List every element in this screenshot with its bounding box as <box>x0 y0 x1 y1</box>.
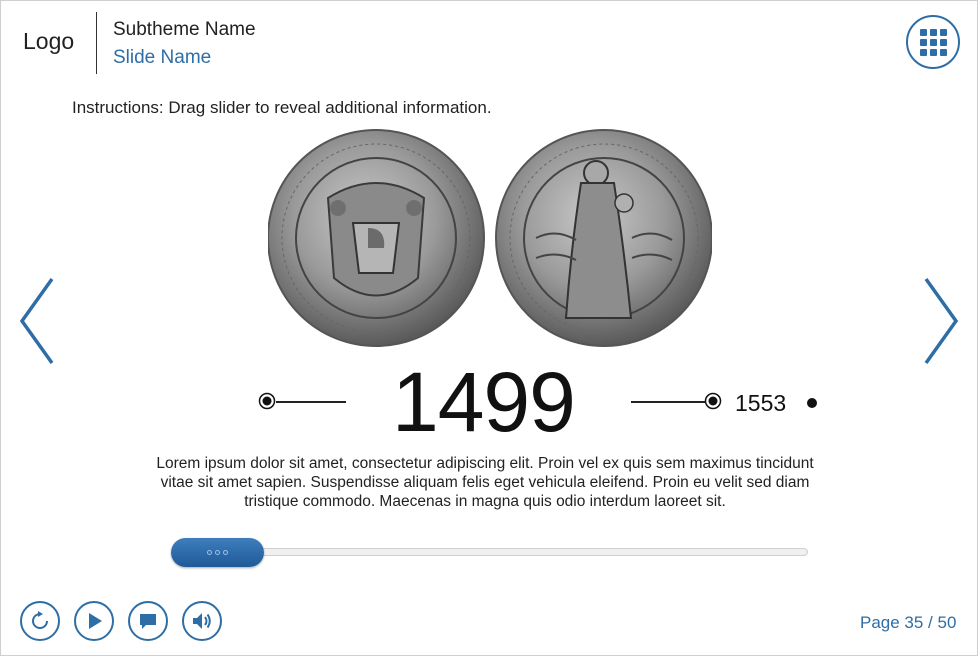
grip-dot <box>223 550 228 555</box>
grip-dot <box>215 550 220 555</box>
description-text: Lorem ipsum dolor sit amet, consectetur … <box>156 455 814 510</box>
next-slide-button[interactable] <box>922 276 962 366</box>
timeline-end-dot <box>807 398 817 408</box>
coin-obverse <box>268 129 485 347</box>
timeline-line-left <box>276 401 346 403</box>
speaker-icon <box>193 613 211 629</box>
replay-button[interactable] <box>20 601 60 641</box>
replay-icon <box>32 611 48 629</box>
grip-dot <box>207 550 212 555</box>
timeline-marker-left <box>258 392 276 410</box>
play-button[interactable] <box>74 601 114 641</box>
audio-button[interactable] <box>182 601 222 641</box>
header-divider <box>96 12 97 74</box>
timeline-slider-handle[interactable] <box>171 538 264 567</box>
timeline-line-right <box>631 401 705 403</box>
chevron-right-icon <box>924 277 959 365</box>
current-year: 1499 <box>392 355 576 449</box>
play-icon <box>89 613 102 629</box>
captions-button[interactable] <box>128 601 168 641</box>
previous-slide-button[interactable] <box>16 276 56 366</box>
instructions-text: Instructions: Drag slider to reveal addi… <box>72 98 492 117</box>
next-year: 1553 <box>735 390 787 416</box>
chat-icon <box>140 614 156 629</box>
grid-menu-icon <box>919 28 947 56</box>
chevron-left-icon <box>19 277 54 365</box>
slide-title: Slide Name <box>113 47 212 68</box>
menu-button[interactable] <box>906 15 960 69</box>
logo: Logo <box>23 28 75 54</box>
subtheme-title: Subtheme Name <box>113 19 256 40</box>
coin-reverse <box>495 129 712 347</box>
coin-image <box>268 128 712 350</box>
timeline-marker-right <box>704 392 722 410</box>
page-indicator: Page 35 / 50 <box>860 613 957 632</box>
timeline-slider-track[interactable] <box>172 548 808 556</box>
